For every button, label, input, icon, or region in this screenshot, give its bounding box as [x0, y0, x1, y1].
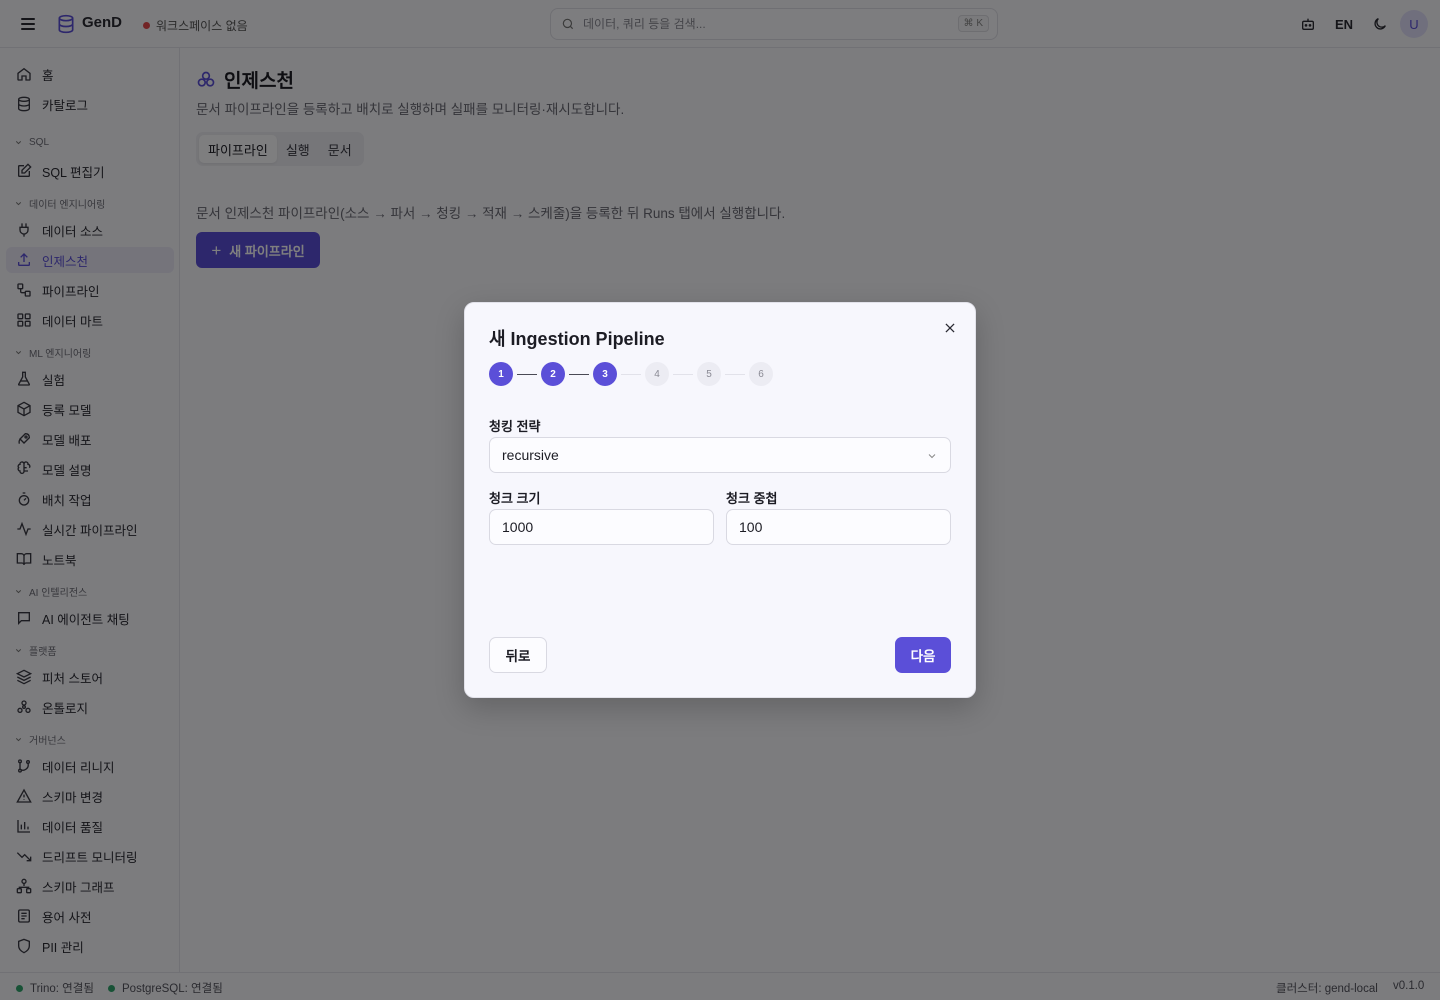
step-1: 1 [489, 362, 513, 386]
chunk-overlap-label: 청크 중첩 [726, 491, 778, 506]
step-6: 6 [749, 362, 773, 386]
step-connector [725, 373, 745, 375]
step-connector [517, 373, 537, 375]
step-indicator: 1 2 3 4 5 6 [489, 362, 773, 386]
step-connector [673, 373, 693, 375]
chunk-size-label: 청크 크기 [489, 491, 541, 506]
close-icon[interactable] [939, 317, 961, 339]
new-pipeline-dialog: 새 Ingestion Pipeline 1 2 3 4 5 6 청킹 전략 r… [464, 302, 976, 698]
next-button[interactable]: 다음 [895, 637, 951, 673]
step-connector [569, 373, 589, 375]
step-4: 4 [645, 362, 669, 386]
back-button[interactable]: 뒤로 [489, 637, 547, 673]
step-connector [621, 373, 641, 375]
chunk-overlap-input[interactable] [726, 509, 951, 545]
chunk-size-input[interactable] [489, 509, 714, 545]
chunking-strategy-select[interactable]: recursive [489, 437, 951, 473]
dialog-title: 새 Ingestion Pipeline [489, 329, 665, 349]
step-5: 5 [697, 362, 721, 386]
step-2: 2 [541, 362, 565, 386]
chevron-down-icon [928, 454, 936, 459]
chunking-strategy-value: recursive [502, 447, 559, 463]
chunking-strategy-label: 청킹 전략 [489, 419, 541, 434]
step-3: 3 [593, 362, 617, 386]
